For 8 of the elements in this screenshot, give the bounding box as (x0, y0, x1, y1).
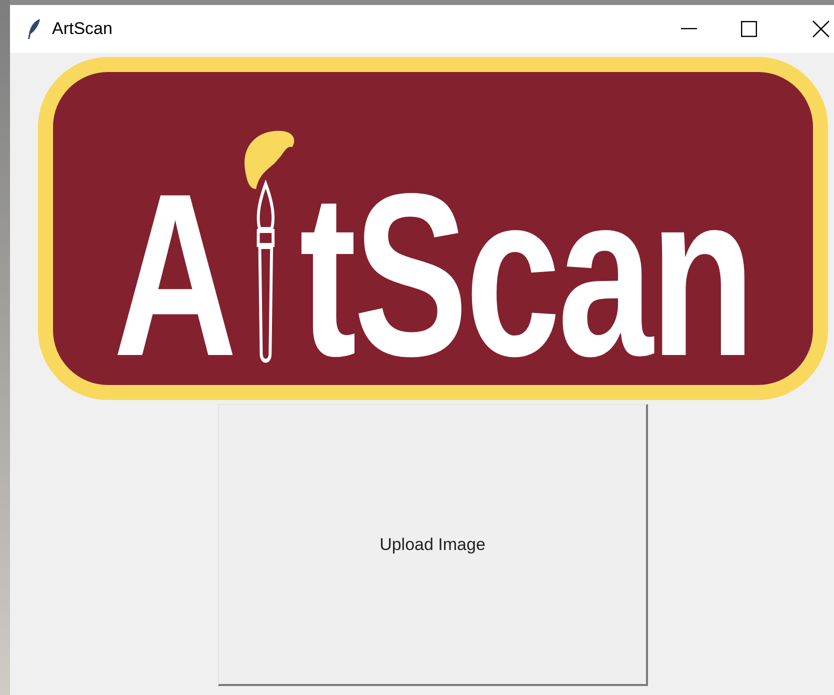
window-title: ArtScan (52, 18, 112, 40)
close-icon (812, 20, 830, 38)
logo-text: tScan (300, 182, 752, 368)
minimize-icon (681, 28, 697, 30)
maximize-icon (741, 21, 757, 37)
feather-icon (26, 18, 42, 40)
logo-text: A (114, 182, 235, 368)
upload-image-button[interactable]: Upload Image (218, 404, 648, 686)
